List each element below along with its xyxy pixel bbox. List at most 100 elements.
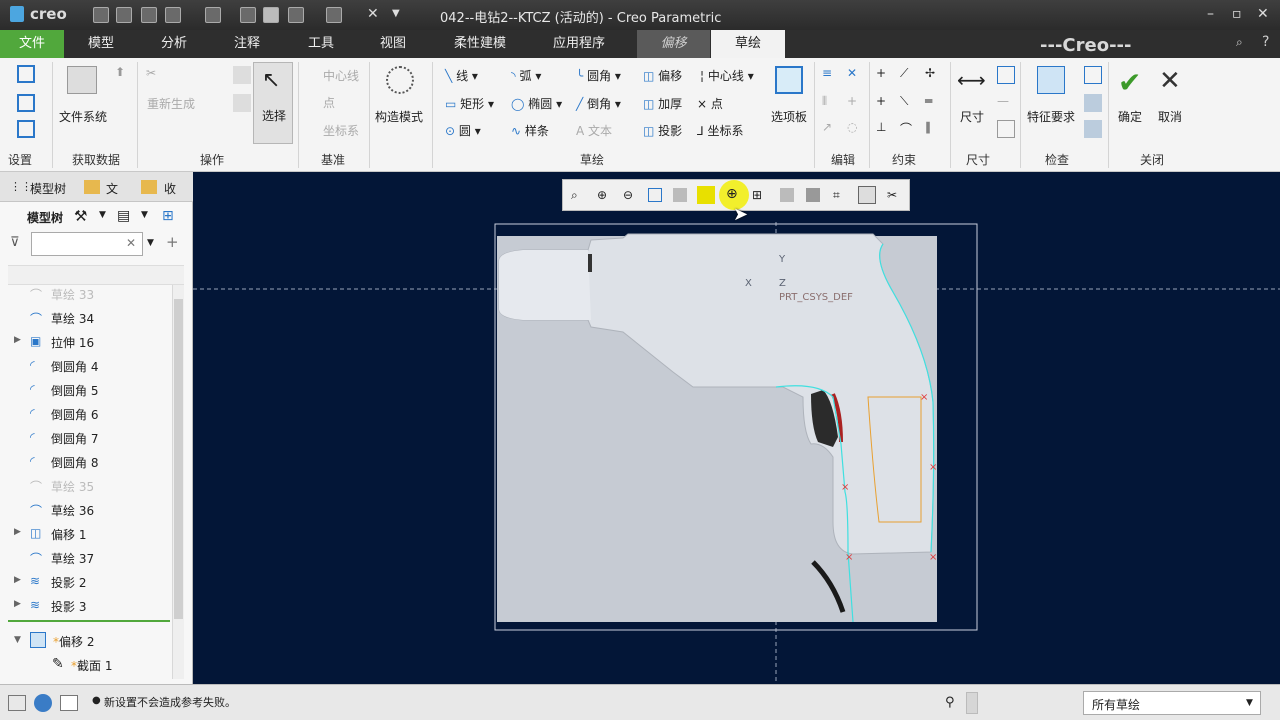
undo-icon[interactable] — [165, 7, 181, 23]
tree-item[interactable]: ◜ 倒圆角 8 — [0, 450, 180, 474]
close-window-icon[interactable]: ✕ — [367, 6, 379, 22]
equal-constraint-icon[interactable]: ⌒ — [900, 120, 918, 138]
sketch-centerline-button[interactable]: ¦ 中心线 ▾ — [700, 67, 754, 84]
group-inspect[interactable]: 检查 — [1045, 151, 1069, 168]
tab-flexible-modeling[interactable]: 柔性建模 — [440, 30, 520, 58]
find-icon[interactable]: ⚲ — [945, 695, 955, 710]
references-icon[interactable] — [17, 94, 35, 112]
tab-file[interactable]: 文件 — [0, 30, 64, 58]
datum-point-button[interactable]: 点 — [323, 94, 335, 111]
browser-toggle-icon[interactable] — [34, 694, 52, 712]
favorites-tab-icon[interactable] — [141, 180, 157, 194]
tab-model[interactable]: 模型 — [70, 30, 132, 58]
navigator-tab-favorites[interactable]: 收 — [164, 180, 176, 197]
regenerate-icon[interactable] — [240, 7, 256, 23]
sketch-view-orient-icon[interactable] — [17, 120, 35, 138]
dimension-button[interactable]: 尺寸 — [960, 108, 984, 125]
line-button[interactable]: ╲ 线 ▾ — [445, 67, 478, 84]
tab-applications[interactable]: 应用程序 — [540, 30, 618, 58]
coincident-constraint-icon[interactable]: ⟍ — [900, 94, 918, 112]
expand-icon[interactable]: ▶ — [14, 599, 21, 609]
help-icon[interactable]: ? — [1262, 34, 1269, 50]
ok-button[interactable]: 确定 — [1118, 108, 1142, 125]
maximize-icon[interactable]: ▫ — [1232, 6, 1242, 22]
construction-mode-icon[interactable] — [386, 66, 414, 94]
folder-tab-icon[interactable] — [84, 180, 100, 194]
group-operations[interactable]: 操作 — [200, 151, 224, 168]
spline-button[interactable]: ∿ 样条 — [511, 122, 549, 139]
tree-settings-icon[interactable]: ⚒ — [74, 207, 87, 225]
switch-window-icon[interactable] — [326, 7, 342, 23]
selection-filter-dropdown[interactable]: 所有草绘 ▼ — [1083, 691, 1261, 715]
tree-item[interactable]: ⌒ 草绘 33 — [0, 282, 180, 306]
close-app-icon[interactable]: ✕ — [1257, 6, 1269, 22]
filter-dropdown-icon[interactable]: ▼ — [147, 238, 154, 248]
baseline-icon[interactable]: — — [997, 94, 1015, 112]
arc-button[interactable]: ◝ 弧 ▾ — [511, 67, 541, 84]
tree-settings-dropdown-icon[interactable]: ▼ — [99, 210, 106, 220]
redo-icon[interactable] — [205, 7, 221, 23]
edit-other-icon[interactable]: ◌ — [847, 120, 865, 138]
tab-sketch[interactable]: 草绘 — [711, 30, 785, 58]
perimeter-icon[interactable] — [997, 66, 1015, 84]
tree-item[interactable]: ◜ 倒圆角 6 — [0, 402, 180, 426]
sketch-view-icon[interactable] — [263, 7, 279, 23]
active-child-label[interactable]: *截面 1 — [71, 657, 112, 674]
active-feature-label[interactable]: *偏移 2 — [53, 633, 94, 650]
tangent-constraint-icon[interactable]: ⟋ — [900, 66, 918, 84]
delete-segment-icon[interactable]: ✕ — [847, 66, 865, 84]
parallel-constraint-icon[interactable]: ∥ — [925, 120, 943, 138]
clear-filter-icon[interactable]: ✕ — [126, 236, 136, 250]
fillet-button[interactable]: ╰ 圆角 ▾ — [576, 67, 621, 84]
paste-icon[interactable] — [233, 94, 251, 112]
reference-dim-icon[interactable] — [997, 120, 1015, 138]
tree-item[interactable]: ⌒ 草绘 34 — [0, 306, 180, 330]
text-button[interactable]: A 文本 — [576, 122, 612, 139]
datum-centerline-button[interactable]: 中心线 — [323, 67, 359, 84]
shade-closed-loops-icon[interactable] — [1084, 120, 1102, 138]
tree-show-dropdown-icon[interactable]: ▼ — [141, 210, 148, 220]
cut-icon[interactable]: ✂ — [146, 66, 164, 84]
file-system-button[interactable]: 文件系统 — [59, 108, 107, 125]
selection-buffer-icon[interactable] — [966, 692, 978, 714]
tree-show-icon[interactable]: ▤ — [117, 208, 130, 224]
perpendicular-constraint-icon[interactable]: ⊥ — [876, 120, 894, 138]
tab-offset[interactable]: 偏移 — [637, 30, 710, 58]
mirror-icon[interactable]: ⫴ — [822, 94, 840, 112]
navigator-tab-folder[interactable]: 文 — [106, 180, 118, 197]
circle-button[interactable]: ⊙ 圆 ▾ — [445, 122, 481, 139]
navigator-toggle-icon[interactable] — [8, 695, 26, 711]
symmetric-constraint-icon[interactable]: ═ — [925, 94, 943, 112]
tree-scrollbar-thumb[interactable] — [174, 299, 183, 619]
group-dimension[interactable]: 尺寸 — [966, 151, 990, 168]
tree-item[interactable]: ▶ ▣ 拉伸 16 — [0, 330, 180, 354]
customize-toolbar-icon[interactable]: ▼ — [392, 8, 400, 19]
sketch-point-button[interactable]: × 点 — [697, 95, 723, 112]
tab-view[interactable]: 视图 — [362, 30, 424, 58]
copy-icon[interactable] — [233, 66, 251, 84]
group-settings[interactable]: 设置 — [8, 151, 32, 168]
rectangle-button[interactable]: ▭ 矩形 ▾ — [445, 95, 494, 112]
offset-button[interactable]: ◫ 偏移 — [643, 67, 682, 84]
expand-icon[interactable]: ▶ — [14, 335, 21, 345]
palette-button[interactable]: 选项板 — [771, 108, 807, 125]
modify-icon[interactable]: ≡ — [822, 66, 840, 84]
rotate-resize-icon[interactable]: ↗ — [822, 120, 840, 138]
minimize-icon[interactable]: – — [1207, 6, 1214, 22]
tree-item[interactable]: ⌒ 草绘 36 — [0, 498, 180, 522]
expand-icon[interactable]: ▶ — [14, 575, 21, 585]
open-folder-icon[interactable] — [116, 7, 132, 23]
group-constrain[interactable]: 约束 — [892, 151, 916, 168]
save-icon[interactable] — [141, 7, 157, 23]
tree-item[interactable]: ▶ ≋ 投影 2 — [0, 570, 180, 594]
expand-icon[interactable]: ▶ — [14, 527, 21, 537]
graphics-canvas[interactable]: ⌕ ⊕ ⊖ ⊕ ⊞ ⌗ ✂ ➤ × × × × × Y Z X PRT_CSYS… — [193, 172, 1280, 684]
overlapping-geometry-icon[interactable] — [1084, 66, 1102, 84]
datum-csys-button[interactable]: 坐标系 — [323, 122, 359, 139]
project-button[interactable]: ◫ 投影 — [643, 122, 682, 139]
tree-scrollbar[interactable] — [172, 285, 184, 679]
divide-icon[interactable]: + — [847, 94, 865, 112]
palette-import-icon[interactable]: ⬆ — [115, 65, 133, 83]
midpoint-constraint-icon[interactable]: ✢ — [925, 66, 943, 84]
dimension-icon[interactable]: ⟷ — [957, 68, 986, 92]
